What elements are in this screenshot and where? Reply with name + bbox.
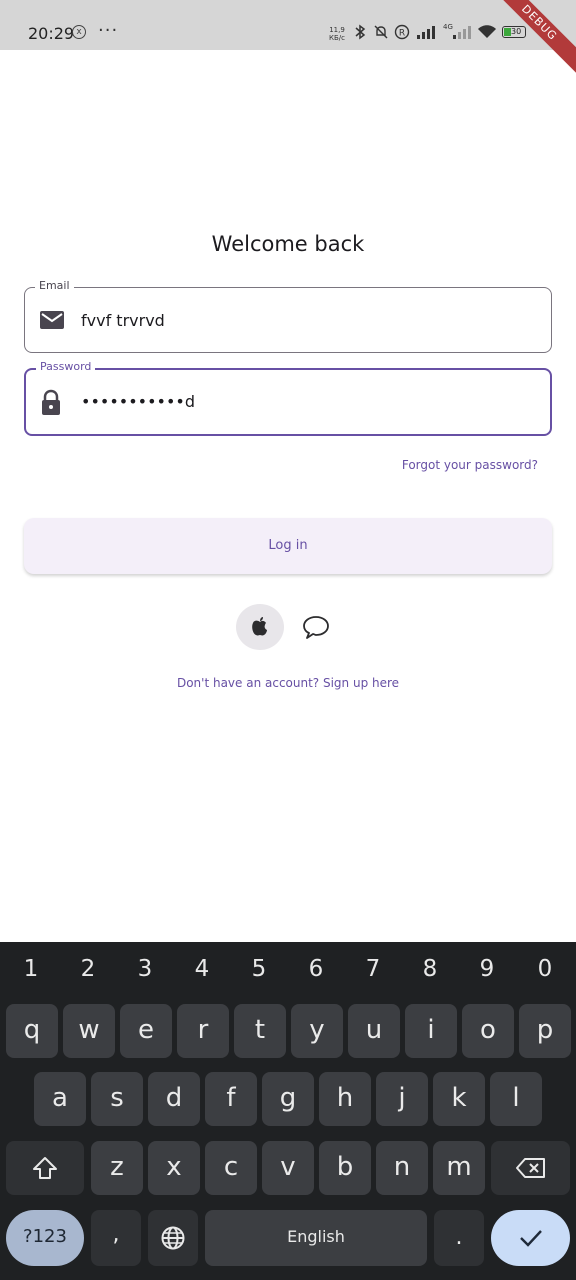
apple-signin-button[interactable]	[236, 604, 284, 650]
key-a[interactable]: a	[34, 1072, 86, 1126]
password-input[interactable]: •••••••••••d	[81, 392, 195, 411]
key-1[interactable]: 1	[11, 956, 51, 982]
symbols-key[interactable]: ?123	[6, 1210, 84, 1266]
debug-banner: DEBUG	[479, 0, 576, 83]
forgot-password-link[interactable]: Forgot your password?	[402, 458, 538, 472]
net-speed-value: 11,9	[329, 26, 345, 34]
key-x[interactable]: x	[148, 1141, 200, 1195]
signal-2-icon	[453, 26, 471, 39]
key-s[interactable]: s	[91, 1072, 143, 1126]
key-9[interactable]: 9	[467, 956, 507, 982]
password-label: Password	[36, 360, 96, 373]
key-o[interactable]: o	[462, 1004, 514, 1058]
battery-level: 30	[511, 27, 522, 36]
chat-signin-button[interactable]	[298, 609, 334, 645]
key-c[interactable]: c	[205, 1141, 257, 1195]
comma-key[interactable]: ,	[91, 1210, 141, 1266]
key-5[interactable]: 5	[239, 956, 279, 982]
login-button[interactable]: Log in	[24, 518, 552, 574]
key-3[interactable]: 3	[125, 956, 165, 982]
globe-icon	[161, 1226, 185, 1250]
net-speed-unit: КБ/с	[329, 34, 345, 42]
key-r[interactable]: r	[177, 1004, 229, 1058]
checkmark-icon	[519, 1230, 542, 1247]
key-n[interactable]: n	[376, 1141, 428, 1195]
key-p[interactable]: p	[519, 1004, 571, 1058]
password-field[interactable]: Password •••••••••••d	[24, 360, 552, 436]
shift-icon	[33, 1157, 57, 1179]
status-bar: 20:29 x ··· 11,9 КБ/с R 4G 30 DEBUG	[0, 0, 576, 83]
key-f[interactable]: f	[205, 1072, 257, 1126]
shift-key[interactable]	[6, 1141, 84, 1195]
key-v[interactable]: v	[262, 1141, 314, 1195]
key-2[interactable]: 2	[68, 956, 108, 982]
key-e[interactable]: e	[120, 1004, 172, 1058]
key-k[interactable]: k	[433, 1072, 485, 1126]
status-time: 20:29	[28, 24, 75, 43]
chat-bubble-icon	[303, 616, 329, 639]
key-w[interactable]: w	[63, 1004, 115, 1058]
key-z[interactable]: z	[91, 1141, 143, 1195]
key-j[interactable]: j	[376, 1072, 428, 1126]
email-label: Email	[35, 279, 74, 292]
key-4[interactable]: 4	[182, 956, 222, 982]
key-t[interactable]: t	[234, 1004, 286, 1058]
page-title: Welcome back	[211, 232, 365, 256]
space-key[interactable]: English	[205, 1210, 427, 1266]
notification-x-icon: x	[72, 25, 86, 39]
key-7[interactable]: 7	[353, 956, 393, 982]
key-g[interactable]: g	[262, 1072, 314, 1126]
mail-icon	[40, 311, 64, 329]
done-key[interactable]	[491, 1210, 570, 1266]
muted-bell-icon	[374, 25, 388, 39]
lock-icon	[42, 389, 60, 415]
key-h[interactable]: h	[319, 1072, 371, 1126]
key-8[interactable]: 8	[410, 956, 450, 982]
key-0[interactable]: 0	[525, 956, 565, 982]
apple-icon	[252, 617, 267, 636]
key-q[interactable]: q	[6, 1004, 58, 1058]
bluetooth-icon	[355, 24, 366, 40]
wifi-icon	[478, 25, 496, 38]
key-l[interactable]: l	[490, 1072, 542, 1126]
key-u[interactable]: u	[348, 1004, 400, 1058]
net-speed: 11,9 КБ/с	[329, 26, 345, 42]
backspace-icon	[515, 1158, 545, 1178]
svg-text:R: R	[399, 29, 405, 39]
key-y[interactable]: y	[291, 1004, 343, 1058]
key-i[interactable]: i	[405, 1004, 457, 1058]
backspace-key[interactable]	[491, 1141, 570, 1195]
email-field[interactable]: Email fvvf trvrvd	[24, 279, 552, 353]
signal-icon	[417, 26, 435, 39]
period-key[interactable]: .	[434, 1210, 484, 1266]
battery-icon: 30	[502, 26, 526, 38]
key-d[interactable]: d	[148, 1072, 200, 1126]
signup-link[interactable]: Don't have an account? Sign up here	[0, 676, 576, 690]
key-6[interactable]: 6	[296, 956, 336, 982]
registered-icon: R	[394, 24, 410, 40]
key-b[interactable]: b	[319, 1141, 371, 1195]
key-m[interactable]: m	[433, 1141, 485, 1195]
more-notifications-icon: ···	[98, 20, 119, 41]
language-key[interactable]	[148, 1210, 198, 1266]
email-input[interactable]: fvvf trvrvd	[81, 311, 165, 330]
keyboard: 1 2 3 4 5 6 7 8 9 0 q w e r t y u i o p …	[0, 942, 576, 1280]
